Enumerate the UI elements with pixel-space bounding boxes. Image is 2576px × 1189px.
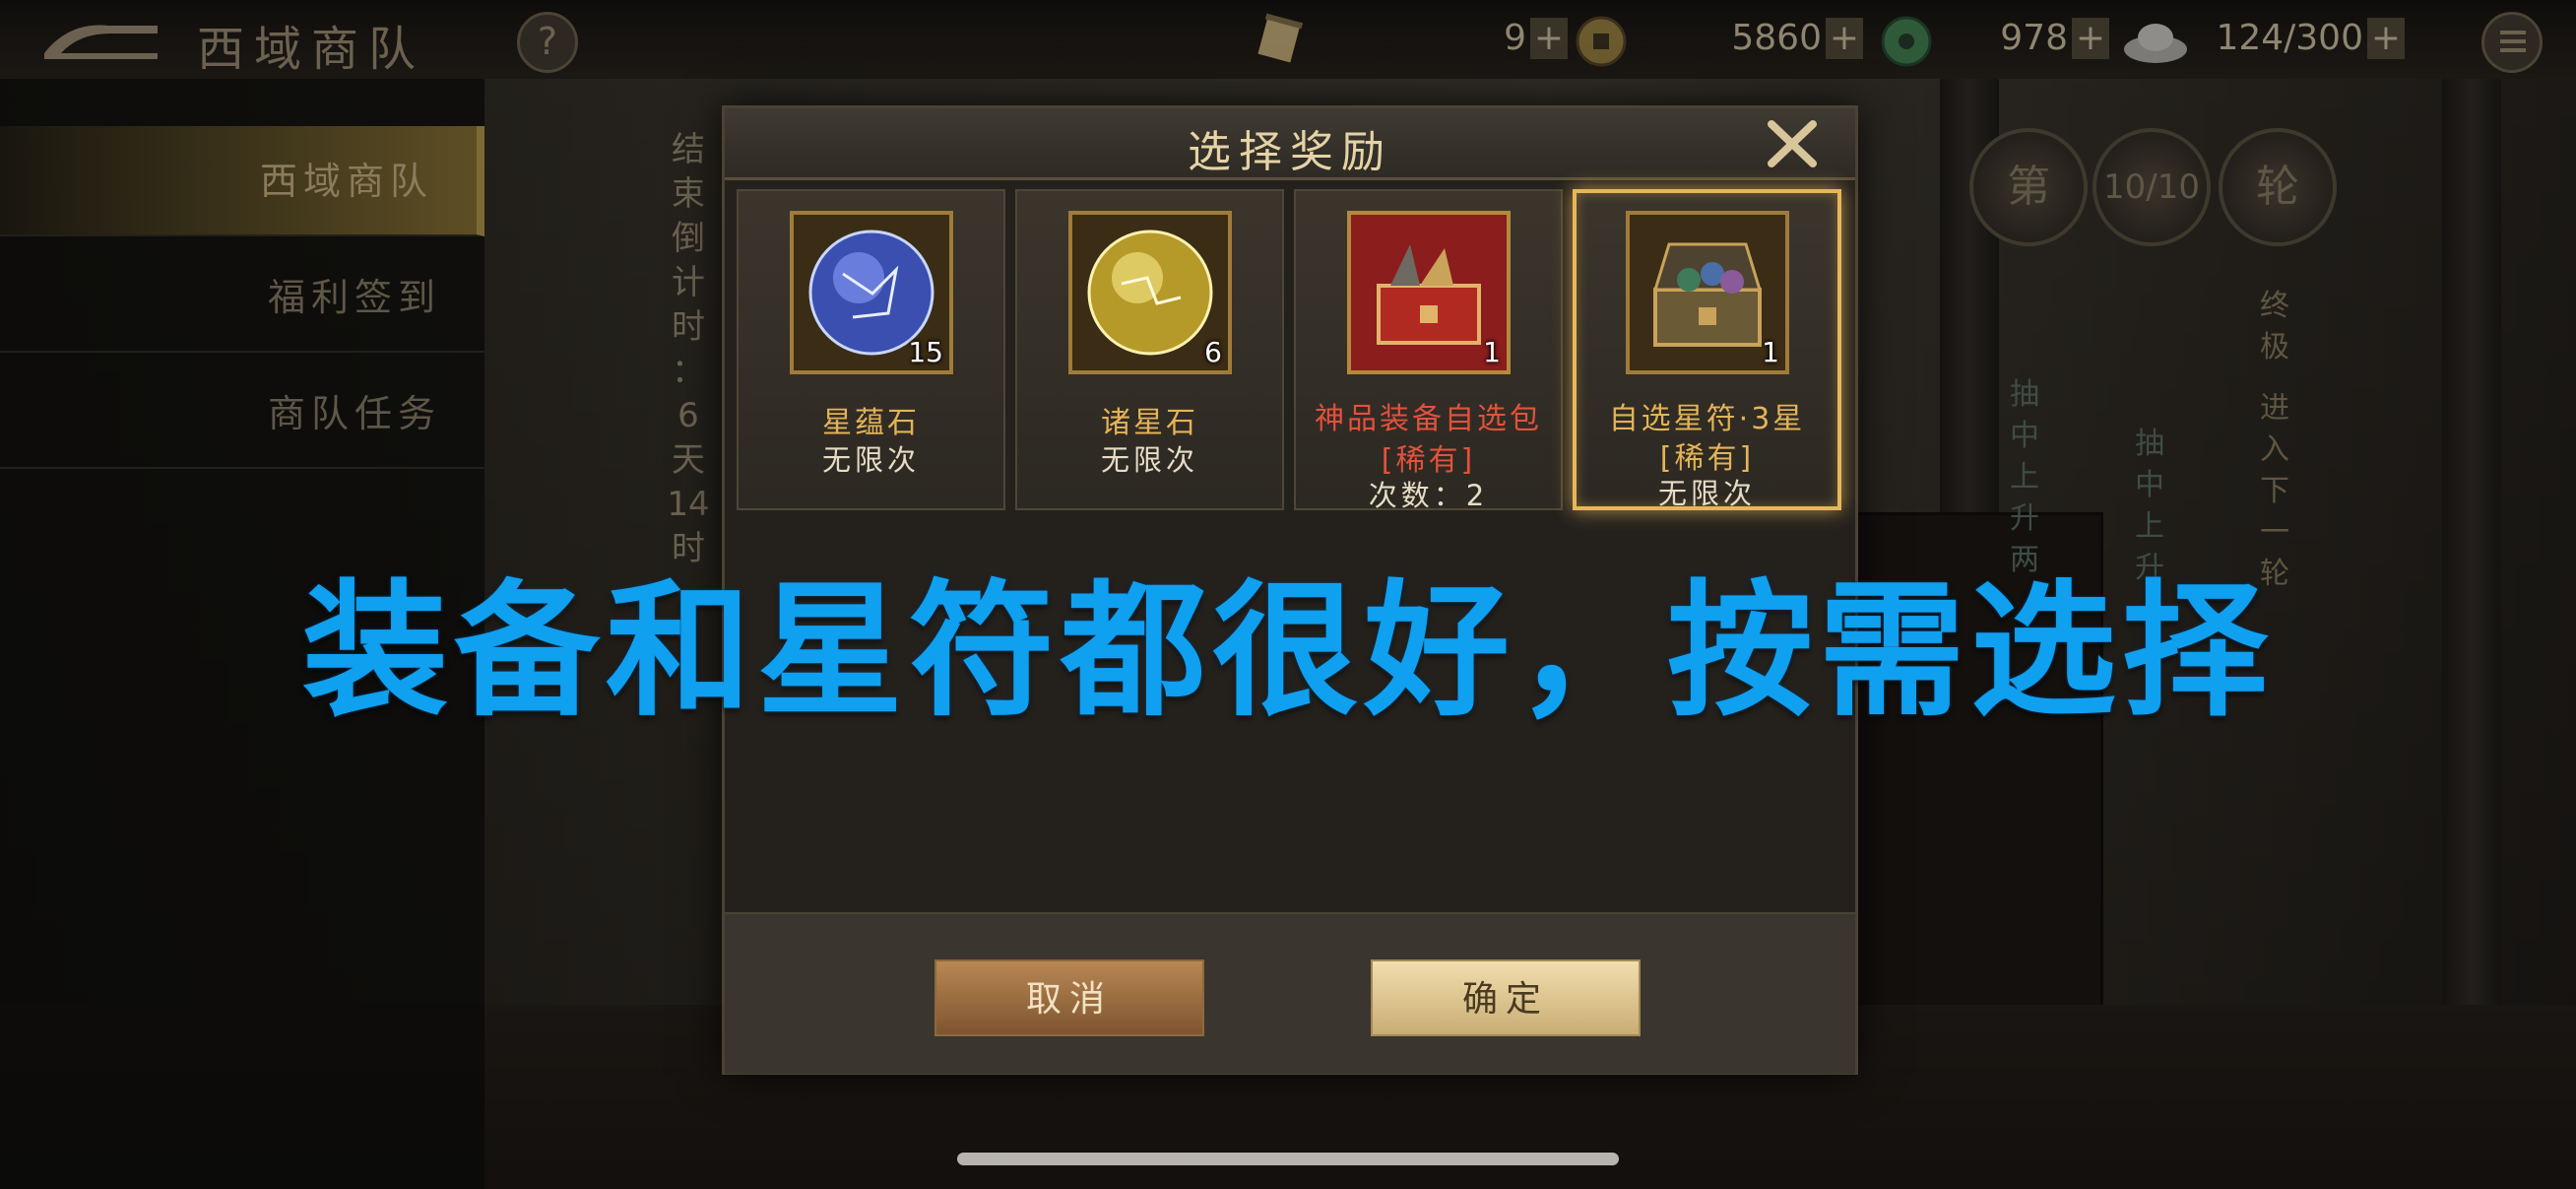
close-icon <box>1768 120 1817 167</box>
reward-icon-frame: 1 <box>1626 211 1789 374</box>
back-arrow-icon <box>44 25 158 59</box>
reward-quantity: 1 <box>1762 336 1779 368</box>
reward-quantity: 6 <box>1204 336 1222 368</box>
top-bar: 西域商队 ? 9 + 5860 + 978 + 124/300 + <box>0 0 2576 79</box>
reward-limit: 次数：2 <box>1368 479 1489 512</box>
countdown-char: 计 <box>672 263 705 302</box>
round-suffix-badge: 轮 <box>2219 128 2337 246</box>
countdown-char: ： <box>672 352 705 391</box>
countdown-char: 6 <box>677 396 699 435</box>
countdown-char: 时 <box>672 307 705 347</box>
round-prefix-badge: 第 <box>1969 128 2088 246</box>
dialog-title: 选择奖励 <box>1188 127 1392 177</box>
reward-limit: 无限次 <box>1657 477 1756 510</box>
round-count-badge: 10/10 <box>2093 128 2211 246</box>
resource-value: 5860 <box>1731 18 1822 58</box>
resource-jade: 978 + <box>1930 12 2187 67</box>
reward-quantity: 15 <box>908 336 943 368</box>
scroll-icon <box>1257 13 1304 63</box>
add-silver-button[interactable]: + <box>2367 18 2405 59</box>
countdown-char: 束 <box>672 174 705 214</box>
reward-card-selected[interactable]: 1 自选星符·3星 [稀有] 无限次 <box>1573 189 1841 510</box>
ribbon-title: 终极 <box>2260 289 2289 364</box>
add-jade-button[interactable]: + <box>2072 18 2109 59</box>
resource-value: 124/300 <box>2216 18 2363 58</box>
jade-coin-icon <box>1881 16 1932 67</box>
cancel-button[interactable]: 取消 <box>934 959 1204 1036</box>
resource-scroll: 9 + <box>1251 12 1627 67</box>
resource-value: 9 <box>1504 18 1526 58</box>
reward-card-list: 15 星蕴石 无限次 6 诸星石 无限次 1 神品装备自选包 [稀有] 次数：2… <box>737 189 1843 514</box>
reward-limit: 无限次 <box>1100 443 1198 477</box>
ribbon-char: 抽 <box>2135 427 2164 461</box>
silver-ingot-icon <box>2124 24 2187 63</box>
add-scroll-button[interactable]: + <box>1530 18 1568 59</box>
back-button[interactable] <box>39 14 167 65</box>
dialog-header: 选择奖励 <box>725 108 1855 180</box>
countdown-char: 14 <box>667 485 710 524</box>
ribbon-char: 抽 <box>2010 377 2039 412</box>
reward-limit: 无限次 <box>821 443 920 477</box>
ribbon-char: 中 <box>2135 468 2164 502</box>
sidebar-item-checkin[interactable]: 福利签到 <box>0 242 484 353</box>
sidebar-item-caravan[interactable]: 西域商队 <box>0 126 484 236</box>
countdown-char: 结 <box>672 130 705 169</box>
dialog-footer: 取消 确定 <box>725 912 1855 1074</box>
home-indicator[interactable] <box>957 1153 1619 1165</box>
reward-quantity: 1 <box>1483 336 1501 368</box>
confirm-button[interactable]: 确定 <box>1371 959 1641 1036</box>
resource-copper: 5860 + <box>1654 12 1932 67</box>
ribbon-char: 下 <box>2260 474 2289 508</box>
resource-silver: 124/300 + <box>2206 12 2442 67</box>
close-button[interactable] <box>1764 116 1821 171</box>
ribbon-char: 上 <box>2010 460 2039 495</box>
reward-card[interactable]: 1 神品装备自选包 [稀有] 次数：2 <box>1294 189 1563 512</box>
countdown-char: 倒 <box>672 219 705 258</box>
reward-name: 星蕴石 <box>822 406 920 440</box>
add-copper-button[interactable]: + <box>1826 18 1863 59</box>
resource-value: 978 <box>2000 18 2068 58</box>
menu-button[interactable] <box>2481 12 2543 73</box>
reward-name: 神品装备自选包 <box>1315 402 1542 436</box>
countdown-timer: 结 束 倒 计 时 ： 6 天 14 时 <box>662 128 715 571</box>
reward-name: 自选星符·3星 <box>1608 402 1806 436</box>
help-button[interactable]: ? <box>517 12 578 73</box>
sidebar-item-tasks[interactable]: 商队任务 <box>0 359 484 469</box>
reward-card[interactable]: 6 诸星石 无限次 <box>1015 189 1284 510</box>
ribbon-char: 进 <box>2260 391 2289 426</box>
ribbon-char: 中 <box>2010 419 2039 453</box>
reward-name: 诸星石 <box>1101 406 1198 440</box>
reward-icon-frame: 1 <box>1347 211 1511 374</box>
video-caption: 装备和星符都很好，按需选择 <box>302 566 2274 736</box>
reward-card[interactable]: 15 星蕴石 无限次 <box>737 189 1005 510</box>
countdown-char: 天 <box>672 440 705 480</box>
copper-coin-icon <box>1576 16 1627 67</box>
page-title: 西域商队 <box>197 22 426 77</box>
reward-icon-frame: 15 <box>790 211 953 374</box>
ribbon-char: 入 <box>2260 432 2289 467</box>
reward-icon-frame: 6 <box>1068 211 1232 374</box>
